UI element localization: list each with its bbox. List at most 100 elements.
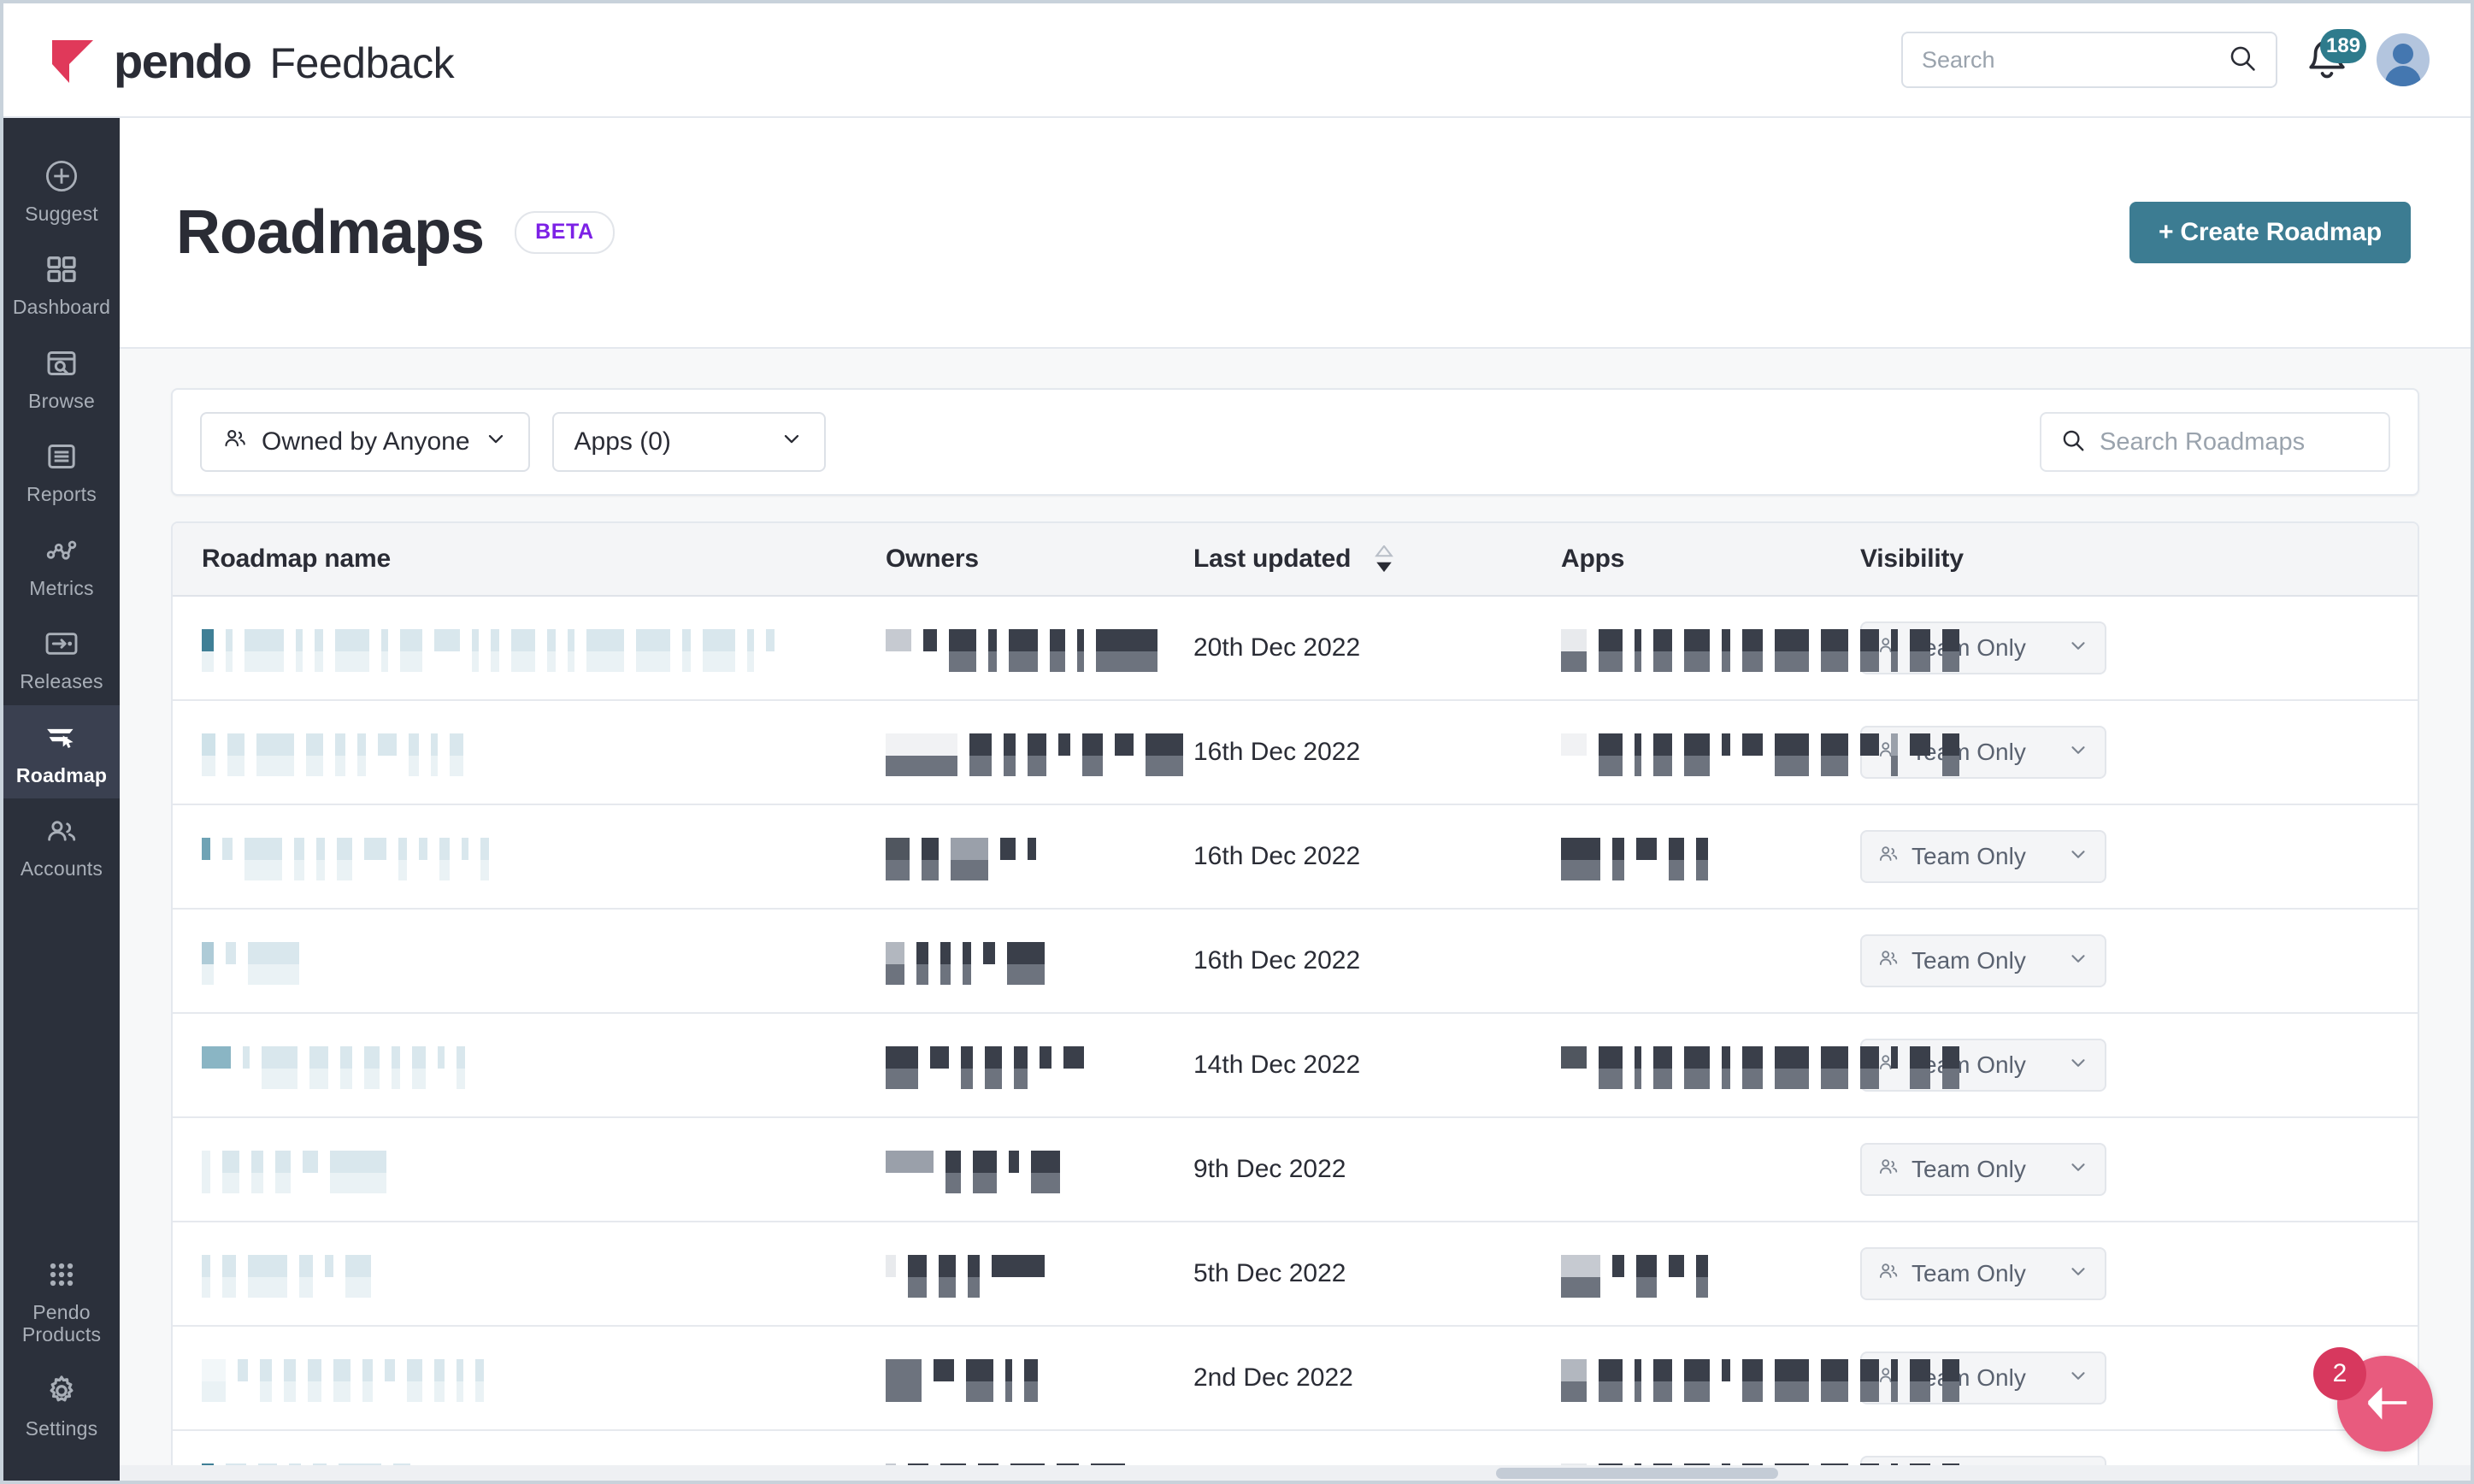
- bell-icon: [2303, 40, 2351, 87]
- sidebar-item-label: Accounts: [20, 857, 103, 880]
- redacted-text-block: [202, 1354, 496, 1402]
- cell-last-updated: 14th Dec 2022: [1193, 1014, 1561, 1116]
- column-header-roadmap-name[interactable]: Roadmap name: [202, 545, 886, 574]
- redacted-text-block: [202, 833, 501, 880]
- people-icon: [43, 812, 80, 850]
- sidebar-item-browse[interactable]: Browse: [3, 331, 120, 424]
- sidebar-item-releases[interactable]: Releases: [3, 611, 120, 704]
- sidebar-item-suggest[interactable]: Suggest: [3, 144, 120, 237]
- redacted-text-block: [1561, 1250, 1720, 1298]
- cell-apps: [1561, 1118, 1860, 1221]
- cell-roadmap-name[interactable]: [202, 910, 886, 1012]
- redacted-text-block: [886, 1041, 1096, 1089]
- search-icon: [2228, 44, 2257, 77]
- cell-roadmap-name[interactable]: [202, 1222, 886, 1325]
- brand-product-name: Feedback: [269, 38, 455, 87]
- chevron-down-icon: [780, 427, 804, 457]
- sidebar-item-accounts[interactable]: Accounts: [3, 798, 120, 892]
- visibility-dropdown[interactable]: Team Only: [1860, 934, 2106, 987]
- sidebar: Suggest Dashboard Browse Reports Metrics…: [3, 118, 120, 1481]
- table-row[interactable]: 2nd Dec 2022 Team Only: [173, 1327, 2418, 1431]
- sidebar-item-settings[interactable]: Settings: [3, 1358, 120, 1452]
- chevron-down-icon: [2067, 1156, 2089, 1184]
- column-header-last-updated-label: Last updated: [1193, 545, 1352, 573]
- notification-badge: 189: [2320, 29, 2367, 63]
- chevron-down-icon: [2067, 843, 2089, 871]
- table-row[interactable]: 9th Dec 2022 Team Only: [173, 1118, 2418, 1222]
- cell-roadmap-name[interactable]: [202, 1327, 886, 1429]
- cell-roadmap-name[interactable]: [202, 701, 886, 804]
- global-search[interactable]: [1901, 32, 2277, 88]
- sidebar-item-pendo-products[interactable]: Pendo Products: [3, 1242, 120, 1358]
- cell-roadmap-name[interactable]: [202, 805, 886, 908]
- cell-last-updated: 20th Dec 2022: [1193, 597, 1561, 699]
- sidebar-item-roadmap[interactable]: Roadmap: [3, 704, 120, 799]
- cell-visibility[interactable]: Team Only: [1860, 1222, 2418, 1325]
- cell-visibility[interactable]: Team Only: [1860, 805, 2418, 908]
- table-row[interactable]: 16th Dec 2022 Team Only: [173, 701, 2418, 805]
- column-header-owners[interactable]: Owners: [886, 545, 1193, 574]
- sidebar-item-label: Dashboard: [12, 296, 111, 319]
- redacted-text-block: [1561, 624, 1959, 672]
- redacted-text-block: [886, 728, 1193, 776]
- notifications-button[interactable]: 189: [2303, 29, 2367, 87]
- sidebar-item-label: Reports: [27, 483, 97, 506]
- page-title: Roadmaps: [176, 198, 485, 267]
- redacted-text-block: [886, 624, 1169, 672]
- releases-icon: [44, 625, 80, 662]
- feedback-fab-button[interactable]: 2: [2313, 1347, 2433, 1452]
- avatar[interactable]: [2377, 33, 2430, 86]
- horizontal-scrollbar[interactable]: [120, 1465, 2471, 1481]
- cell-visibility[interactable]: Team Only: [1860, 910, 2418, 1012]
- cell-owners: [886, 1014, 1193, 1116]
- redacted-text-block: [202, 1145, 398, 1193]
- cell-last-updated: 16th Dec 2022: [1193, 805, 1561, 908]
- sidebar-item-metrics[interactable]: Metrics: [3, 518, 120, 611]
- table-row[interactable]: 20th Dec 2022 Team Only: [173, 597, 2418, 701]
- chevron-down-icon: [2067, 1364, 2089, 1393]
- table-row[interactable]: 16th Dec 2022 Team Only: [173, 805, 2418, 910]
- cell-owners: [886, 597, 1193, 699]
- column-header-last-updated[interactable]: Last updated: [1193, 545, 1561, 574]
- redacted-text-block: [886, 1250, 1057, 1298]
- visibility-value: Team Only: [1911, 1260, 2026, 1287]
- sidebar-item-dashboard[interactable]: Dashboard: [3, 237, 120, 330]
- cell-roadmap-name[interactable]: [202, 1014, 886, 1116]
- table-body: 20th Dec 2022 Team Only 16th Dec 2022 Team …: [173, 597, 2418, 1481]
- cell-visibility[interactable]: Team Only: [1860, 1118, 2418, 1221]
- redacted-text-block: [1561, 728, 1959, 776]
- cell-apps: [1561, 1222, 1860, 1325]
- chevron-down-icon: [2067, 1051, 2089, 1080]
- table-row[interactable]: 14th Dec 2022 Team Only: [173, 1014, 2418, 1118]
- roadmap-search-input[interactable]: [2100, 427, 2422, 456]
- cell-roadmap-name[interactable]: [202, 597, 886, 699]
- redacted-text-block: [1561, 833, 1720, 880]
- table-row[interactable]: 16th Dec 2022 Team Only: [173, 910, 2418, 1014]
- column-header-visibility: Visibility: [1860, 545, 1964, 573]
- last-updated-value: 2nd Dec 2022: [1193, 1363, 1353, 1392]
- redacted-text-block: [886, 833, 1048, 880]
- last-updated-value: 16th Dec 2022: [1193, 946, 1361, 975]
- column-header-apps[interactable]: Apps: [1561, 545, 1860, 574]
- global-search-input[interactable]: [1922, 46, 2228, 74]
- redacted-text-block: [1561, 1354, 1959, 1402]
- search-icon: [2060, 427, 2086, 457]
- apps-filter-dropdown[interactable]: Apps (0): [551, 412, 826, 472]
- create-roadmap-button[interactable]: + Create Roadmap: [2129, 202, 2411, 263]
- brand-logo[interactable]: pendo Feedback: [50, 32, 455, 89]
- sidebar-item-label: Pendo Products: [21, 1300, 102, 1346]
- visibility-dropdown[interactable]: Team Only: [1860, 1247, 2106, 1300]
- cell-last-updated: 16th Dec 2022: [1193, 910, 1561, 1012]
- visibility-dropdown[interactable]: Team Only: [1860, 830, 2106, 883]
- sort-descending-icon[interactable]: [1375, 545, 1394, 573]
- sidebar-item-reports[interactable]: Reports: [3, 424, 120, 517]
- owner-filter-dropdown[interactable]: Owned by Anyone: [200, 412, 530, 472]
- redacted-text-block: [886, 1145, 1072, 1193]
- cell-roadmap-name[interactable]: [202, 1118, 886, 1221]
- chevron-down-icon: [2067, 739, 2089, 767]
- scrollbar-thumb[interactable]: [1496, 1468, 1778, 1479]
- chevron-down-icon: [2067, 947, 2089, 975]
- visibility-dropdown[interactable]: Team Only: [1860, 1143, 2106, 1196]
- table-row[interactable]: 5th Dec 2022 Team Only: [173, 1222, 2418, 1327]
- roadmap-search[interactable]: [2040, 412, 2422, 472]
